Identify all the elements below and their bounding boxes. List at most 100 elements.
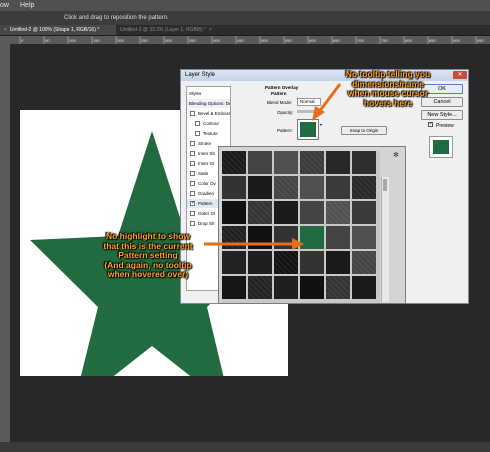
annotation-line: when hovered over) [107,269,189,279]
pattern-cell[interactable] [248,276,272,299]
pattern-cell[interactable] [326,226,350,249]
menu-item-help[interactable]: Help [20,0,34,11]
checkbox[interactable] [190,211,195,216]
style-preview [429,136,453,158]
checkbox[interactable] [195,121,200,126]
pattern-cell[interactable] [222,226,246,249]
checkbox[interactable] [190,151,195,156]
ruler-tick-label: 450 [237,38,244,43]
pattern-cell[interactable] [248,176,272,199]
vertical-ruler[interactable] [0,36,10,442]
pattern-cell[interactable] [326,176,350,199]
scrollbar-thumb[interactable] [383,179,387,191]
options-bar: Click and drag to reposition the pattern… [0,11,490,26]
ruler-tick-label: 900 [453,38,460,43]
styles-list-label: Satin [198,171,209,176]
options-hint: Click and drag to reposition the pattern… [64,15,169,21]
checkbox[interactable] [190,181,195,186]
tab-untitled-2[interactable]: × Untitled-2 @ 100% (Shape 1, RGB/16) * [0,25,116,35]
pattern-cell[interactable] [300,176,324,199]
ruler-tick-label: 600 [309,38,316,43]
menu-item-window[interactable]: ow [0,0,9,11]
close-button[interactable]: ✕ [453,71,467,79]
pattern-cell-current[interactable] [300,226,324,249]
styles-list-item[interactable]: Texture [187,129,230,138]
styles-list-label: Bevel & Emboss [198,111,230,116]
styles-list-item[interactable]: Styles [187,89,230,98]
pattern-cell[interactable] [352,201,376,224]
styles-list-item[interactable]: Blending Options: Default [187,99,230,108]
section-title: Pattern Overlay [265,85,299,90]
pattern-cell[interactable] [274,276,298,299]
ruler-tick-label: 50 [45,38,50,43]
pattern-cell[interactable] [274,201,298,224]
new-style-button[interactable]: New Style... [421,110,463,120]
pattern-cell[interactable] [352,276,376,299]
ruler-tick-label: 300 [165,38,172,43]
styles-list-label: Outer Gl [198,211,216,216]
checkbox[interactable]: ✓ [190,201,195,206]
pattern-cell[interactable] [274,176,298,199]
styles-list-label: Gradien [198,191,215,196]
pattern-cell[interactable] [222,176,246,199]
pattern-cell[interactable] [300,251,324,274]
pattern-cell[interactable] [222,276,246,299]
checkbox[interactable] [190,221,195,226]
styles-list-label: Blending Options: Default [189,101,230,106]
opacity-slider[interactable] [297,110,319,113]
ruler-tick-label: 150 [93,38,100,43]
pattern-cell[interactable] [222,151,246,174]
pattern-cell[interactable] [274,251,298,274]
snap-to-origin-button[interactable]: Snap to Origin [341,126,387,135]
ruler-tick-label: 700 [357,38,364,43]
scrollbar[interactable] [381,177,389,302]
pattern-cell[interactable] [222,201,246,224]
pattern-swatch [300,122,316,137]
pattern-cell[interactable] [300,151,324,174]
pattern-cell[interactable] [352,151,376,174]
tab-untitled-3[interactable]: Untitled-3 @ 33.3% (Layer 1, RGB/8) * × [116,25,226,35]
pattern-cell[interactable] [352,251,376,274]
checkbox[interactable] [195,131,200,136]
checkbox[interactable] [190,161,195,166]
chevron-down-icon[interactable]: ▾ [320,122,322,127]
menu-bar: ow Help [0,0,490,11]
pattern-cell[interactable] [248,226,272,249]
styles-list-label: Contour [203,121,220,126]
close-icon[interactable]: × [209,27,212,33]
pattern-cell[interactable] [248,151,272,174]
annotation-line: hovers here [363,97,413,108]
pattern-cell[interactable] [274,226,298,249]
blend-mode-select[interactable]: Normal [297,98,321,106]
styles-list-label: Texture [203,131,218,136]
pattern-cell[interactable] [326,201,350,224]
styles-list-item[interactable]: Bevel & Emboss [187,109,230,118]
pattern-cell[interactable] [222,251,246,274]
checkbox[interactable] [190,171,195,176]
pattern-cell[interactable] [248,201,272,224]
pattern-cell[interactable] [300,276,324,299]
pattern-cell[interactable] [326,151,350,174]
tab-label: Untitled-3 @ 33.3% (Layer 1, RGB/8) * [120,27,206,33]
styles-list-label: Color Ov [198,181,216,186]
ruler-tick-label: 400 [213,38,220,43]
checkbox[interactable] [190,111,195,116]
pattern-cell[interactable] [300,201,324,224]
pattern-picker[interactable] [297,119,319,140]
pattern-cell[interactable] [326,276,350,299]
preview-checkbox[interactable]: ✓ [428,122,433,127]
pattern-cell[interactable] [274,151,298,174]
pattern-cell[interactable] [352,176,376,199]
ruler-tick-label: 750 [381,38,388,43]
pattern-cell[interactable] [248,251,272,274]
checkbox[interactable] [190,141,195,146]
close-icon[interactable]: × [4,27,7,33]
horizontal-ruler[interactable]: 0 50 100 150 200 250 300 350 400 450 500 550 600 650 7… [10,36,490,44]
ruler-tick-label: 250 [141,38,148,43]
pattern-cell[interactable] [326,251,350,274]
styles-list-item[interactable]: Contour [187,119,230,128]
gear-icon[interactable]: ✻ [393,151,399,159]
pattern-cell[interactable] [352,226,376,249]
annotation-left: No highlight to show that this is the cur… [90,231,206,280]
checkbox[interactable] [190,191,195,196]
